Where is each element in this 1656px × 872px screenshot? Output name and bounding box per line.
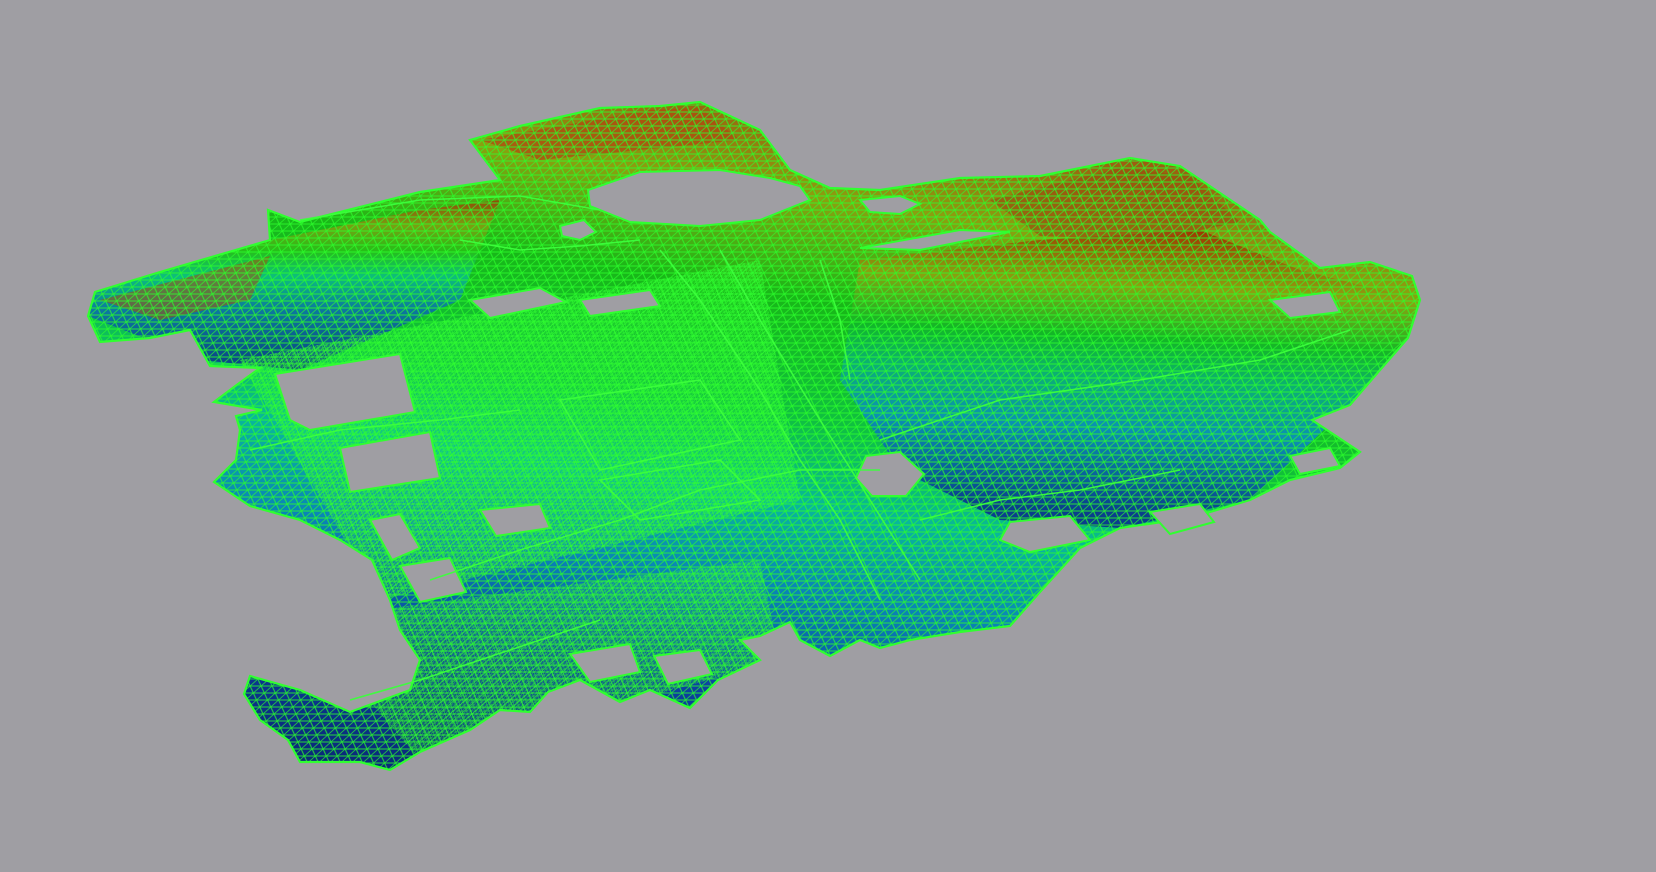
terrain-mesh-render[interactable]: [0, 0, 1656, 872]
3d-viewport[interactable]: [0, 0, 1656, 872]
terrain-surface: [88, 102, 1420, 770]
